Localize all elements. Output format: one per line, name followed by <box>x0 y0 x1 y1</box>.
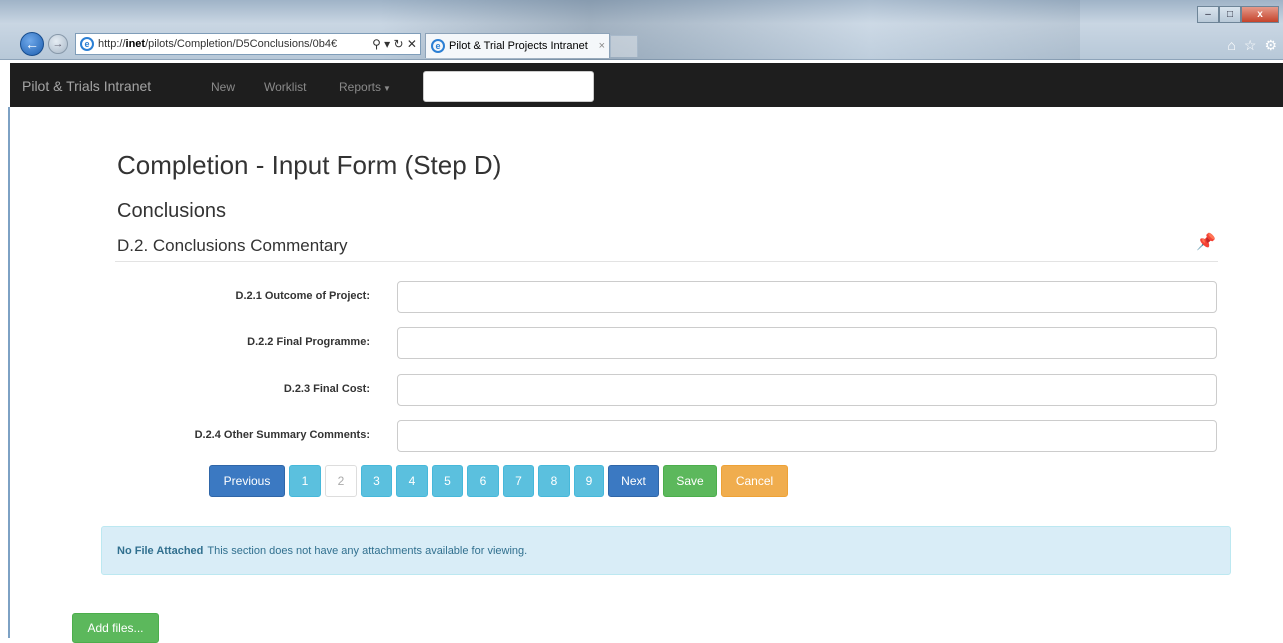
outcome-label: D.2.1 Outcome of Project: <box>235 290 370 302</box>
nav-reports-label: Reports <box>339 80 382 94</box>
add-files-button[interactable]: Add files... <box>72 613 159 643</box>
home-icon[interactable]: ⌂ <box>1227 37 1235 54</box>
page-8-button[interactable]: 8 <box>538 465 570 497</box>
subsection-divider <box>115 261 1218 262</box>
page-6-button[interactable]: 6 <box>467 465 499 497</box>
previous-button[interactable]: Previous <box>209 465 285 497</box>
save-button[interactable]: Save <box>663 465 717 497</box>
window-controls: – □ x <box>1197 6 1279 23</box>
page-title: Completion - Input Form (Step D) <box>117 150 502 180</box>
nav-new-link[interactable]: New <box>211 80 235 94</box>
cancel-button[interactable]: Cancel <box>721 465 788 497</box>
alert-message: This section does not have any attachmen… <box>207 544 528 557</box>
settings-gear-icon[interactable]: ⚙ <box>1264 37 1277 54</box>
final-programme-label: D.2.2 Final Programme: <box>247 336 370 348</box>
navbar-search-input[interactable] <box>423 71 594 102</box>
section-title: Conclusions <box>117 200 226 222</box>
tab-close-icon[interactable]: × <box>599 40 609 52</box>
browser-toolbar-icons: ⌂ ☆ ⚙ <box>1227 37 1277 54</box>
next-button[interactable]: Next <box>608 465 659 497</box>
forward-arrow-icon[interactable]: → <box>48 34 68 54</box>
navbar-brand[interactable]: Pilot & Trials Intranet <box>22 78 151 94</box>
caret-down-icon: ▼ <box>383 84 391 93</box>
page-2-current: 2 <box>325 465 357 497</box>
ie-page-icon: e <box>80 37 94 51</box>
address-url: http://inet/pilots/Completion/D5Conclusi… <box>98 38 338 50</box>
favorites-star-icon[interactable]: ☆ <box>1244 37 1257 54</box>
tab-title: Pilot & Trial Projects Intranet <box>449 40 588 52</box>
close-window-icon[interactable]: x <box>1241 6 1279 23</box>
page-1-button[interactable]: 1 <box>289 465 321 497</box>
attachments-alert: No File Attached This section does not h… <box>101 526 1231 575</box>
nav-worklist-link[interactable]: Worklist <box>264 80 306 94</box>
back-arrow-icon[interactable]: ← <box>20 32 44 56</box>
subsection-title: D.2. Conclusions Commentary <box>117 236 348 255</box>
page-7-button[interactable]: 7 <box>503 465 534 497</box>
page-3-button[interactable]: 3 <box>361 465 392 497</box>
window-left-border <box>8 107 10 638</box>
search-refresh-close-icons[interactable]: ⚲ ▾ ↻ ✕ <box>369 37 420 51</box>
outcome-input[interactable] <box>397 281 1217 313</box>
page-5-button[interactable]: 5 <box>432 465 463 497</box>
alert-title: No File Attached <box>117 544 204 557</box>
page-4-button[interactable]: 4 <box>396 465 428 497</box>
page-9-button[interactable]: 9 <box>574 465 604 497</box>
final-cost-input[interactable] <box>397 374 1217 406</box>
browser-tab[interactable]: e Pilot & Trial Projects Intranet × <box>425 33 610 58</box>
ie-tab-icon: e <box>431 39 445 53</box>
app-navbar: Pilot & Trials Intranet New Worklist Rep… <box>10 63 1283 107</box>
final-cost-label: D.2.3 Final Cost: <box>283 383 370 395</box>
other-comments-input[interactable] <box>397 420 1217 452</box>
nav-reports-dropdown[interactable]: Reports ▼ <box>339 80 391 94</box>
minimize-icon[interactable]: – <box>1197 6 1219 23</box>
other-comments-label: D.2.4 Other Summary Comments: <box>194 429 370 441</box>
pin-icon[interactable]: 📌 <box>1196 232 1216 252</box>
address-bar[interactable]: e http://inet/pilots/Completion/D5Conclu… <box>75 33 421 55</box>
new-tab-button[interactable] <box>610 35 638 57</box>
maximize-icon[interactable]: □ <box>1219 6 1241 23</box>
final-programme-input[interactable] <box>397 327 1217 359</box>
browser-chrome: ← → e http://inet/pilots/Completion/D5Co… <box>0 0 1283 60</box>
